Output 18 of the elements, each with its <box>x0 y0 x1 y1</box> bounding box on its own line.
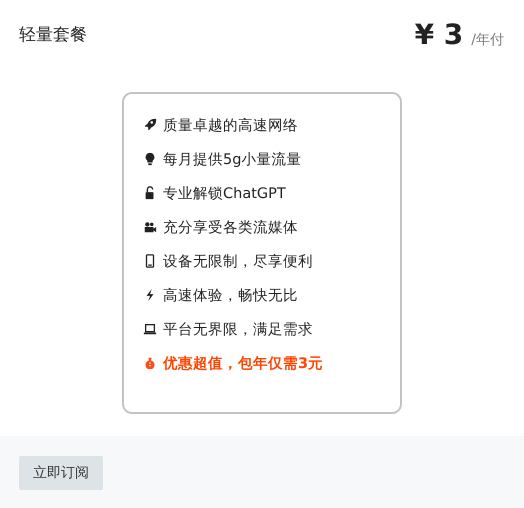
feature-text: 平台无界限，满足需求 <box>163 320 313 338</box>
laptop-icon <box>143 322 157 336</box>
subscribe-button[interactable]: 立即订阅 <box>19 456 103 490</box>
feature-text: 高速体验，畅快无比 <box>163 286 298 304</box>
feature-text: 每月提供5g小量流量 <box>163 150 302 168</box>
price-amount: ¥ 3 <box>414 18 464 50</box>
feature-text: 设备无限制，尽享便利 <box>163 252 313 270</box>
video-camera-icon <box>143 220 157 234</box>
money-bag-icon <box>143 356 157 370</box>
feature-text: 充分享受各类流媒体 <box>163 218 298 236</box>
feature-text: 专业解锁ChatGPT <box>163 184 286 202</box>
plan-title: 轻量套餐 <box>19 24 87 46</box>
rocket-icon <box>143 118 157 132</box>
mobile-phone-icon <box>143 254 157 268</box>
price-period: /年付 <box>471 30 504 48</box>
lightbulb-icon <box>143 152 157 166</box>
feature-text: 优惠超值，包年仅需3元 <box>163 354 324 372</box>
feature-text: 质量卓越的高速网络 <box>163 116 298 134</box>
